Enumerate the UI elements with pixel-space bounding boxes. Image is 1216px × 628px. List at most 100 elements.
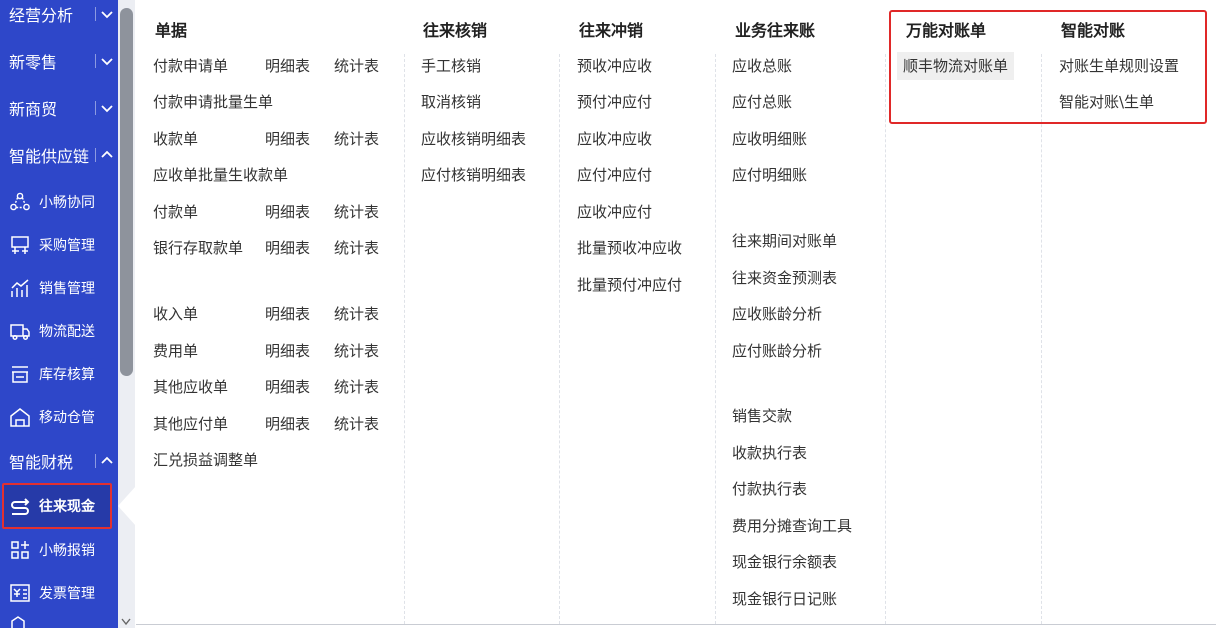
purchase-icon (11, 235, 29, 254)
menu-link[interactable]: 明细表 (265, 238, 310, 258)
warehouse-icon (10, 407, 30, 427)
menu-link[interactable]: 现金银行日记账 (732, 589, 837, 609)
chevron-up-icon[interactable] (100, 454, 114, 468)
sidebar-divider (95, 101, 96, 115)
menu-link[interactable]: 现金银行余额表 (732, 552, 837, 572)
menu-link[interactable]: 统计表 (334, 202, 379, 222)
inventory-icon (12, 365, 28, 383)
menu-link[interactable]: 应收总账 (732, 56, 792, 76)
menu-link[interactable]: 应付明细账 (732, 165, 807, 185)
sidebar-item-logistics[interactable]: 物流配送 (0, 309, 118, 352)
menu-link[interactable]: 明细表 (265, 202, 310, 222)
column-title-business-accounts: 业务往来账 (735, 21, 816, 40)
menu-link[interactable]: 付款单 (153, 202, 198, 222)
sidebar-item-label: 物流配送 (39, 323, 95, 340)
sidebar-item-collaboration[interactable]: 小畅协同 (0, 180, 118, 223)
menu-link[interactable]: 付款申请单 (153, 56, 228, 76)
menu-link[interactable]: 付款申请批量生单 (153, 92, 273, 112)
menu-link[interactable]: 明细表 (265, 304, 310, 324)
sidebar-section-business-analysis[interactable]: 经营分析 (0, 0, 118, 37)
menu-link[interactable]: 统计表 (334, 238, 379, 258)
sidebar-section-new-trade[interactable]: 新商贸 (0, 85, 118, 131)
scrollbar-thumb[interactable] (120, 8, 133, 376)
flyout-pointer (118, 486, 136, 526)
column-divider (885, 54, 886, 624)
menu-link[interactable]: 应收单批量生收款单 (153, 165, 288, 185)
menu-link[interactable]: 应收明细账 (732, 129, 807, 149)
sidebar-item-expense[interactable]: 小畅报销 (0, 528, 118, 571)
menu-link[interactable]: 应收核销明细表 (421, 129, 526, 149)
menu-link[interactable]: 收入单 (153, 304, 198, 324)
menu-link[interactable]: 应付冲应付 (577, 165, 652, 185)
apps-plus-icon (11, 540, 29, 559)
chevron-down-icon[interactable] (100, 101, 114, 115)
menu-link[interactable]: 其他应收单 (153, 377, 228, 397)
sidebar-item-transactions-cash[interactable]: 往来现金 (2, 483, 112, 529)
sidebar-item-sales[interactable]: 销售管理 (0, 266, 118, 309)
menu-link[interactable]: 付款执行表 (732, 479, 807, 499)
chevron-up-icon[interactable] (100, 148, 114, 162)
sidebar-item-label: 采购管理 (39, 237, 95, 254)
sidebar-section-new-retail[interactable]: 新零售 (0, 38, 118, 84)
menu-link[interactable]: 银行存取款单 (153, 238, 243, 258)
menu-link[interactable]: 统计表 (334, 304, 379, 324)
menu-link[interactable]: 应收冲应收 (577, 129, 652, 149)
column-title-documents: 单据 (155, 21, 188, 40)
menu-link[interactable]: 统计表 (334, 56, 379, 76)
menu-link[interactable]: 预付冲应付 (577, 92, 652, 112)
app-root: 经营分析 新零售 新商贸 智能供应链 小畅协同 采购管理 销售管理 物流配送 库… (0, 0, 1216, 628)
sidebar-section-smart-finance[interactable]: 智能财税 (0, 438, 118, 484)
sidebar-item-label: 发票管理 (39, 585, 95, 602)
invoice-icon (10, 583, 30, 602)
sidebar-item-purchase[interactable]: 采购管理 (0, 223, 118, 266)
menu-link[interactable]: 费用分摊查询工具 (732, 516, 852, 536)
menu-link[interactable]: 应付总账 (732, 92, 792, 112)
menu-link[interactable]: 其他应付单 (153, 414, 228, 434)
sidebar-divider (95, 54, 96, 68)
menu-link[interactable]: 统计表 (334, 129, 379, 149)
column-divider (404, 54, 405, 624)
sidebar-section-smart-supply-chain[interactable]: 智能供应链 (0, 132, 118, 178)
menu-link[interactable]: 往来期间对账单 (732, 231, 837, 251)
menu-link[interactable]: 应付账龄分析 (732, 341, 822, 361)
annotation-highlight-box (889, 10, 1207, 124)
menu-link[interactable]: 统计表 (334, 341, 379, 361)
sidebar-item-label: 往来现金 (39, 499, 95, 515)
menu-link[interactable]: 明细表 (265, 129, 310, 149)
menu-link[interactable]: 明细表 (265, 341, 310, 361)
sidebar-item-invoice[interactable]: 发票管理 (0, 571, 118, 614)
menu-link[interactable]: 应收账龄分析 (732, 304, 822, 324)
sidebar-item-mobile-warehouse[interactable]: 移动仓管 (0, 395, 118, 438)
menu-link[interactable]: 应收冲应付 (577, 202, 652, 222)
menu-link[interactable]: 明细表 (265, 56, 310, 76)
sidebar-section-label: 经营分析 (9, 6, 74, 25)
menu-link[interactable]: 预收冲应收 (577, 56, 652, 76)
menu-link[interactable]: 应付核销明细表 (421, 165, 526, 185)
sidebar-item-inventory[interactable]: 库存核算 (0, 352, 118, 395)
menu-link[interactable]: 销售交款 (732, 406, 792, 426)
sidebar: 经营分析 新零售 新商贸 智能供应链 小畅协同 采购管理 销售管理 物流配送 库… (0, 0, 118, 628)
sidebar-item-label: 移动仓管 (39, 409, 95, 426)
sidebar-section-label: 新商贸 (9, 100, 58, 119)
menu-link[interactable]: 收款单 (153, 129, 198, 149)
menu-link[interactable]: 收款执行表 (732, 443, 807, 463)
scroll-down-arrow-icon[interactable] (121, 618, 131, 626)
menu-link[interactable]: 统计表 (334, 414, 379, 434)
collaboration-icon (10, 192, 30, 210)
menu-link[interactable]: 手工核销 (421, 56, 481, 76)
menu-link[interactable]: 批量预付冲应付 (577, 275, 682, 295)
menu-link[interactable]: 明细表 (265, 414, 310, 434)
sidebar-item-label: 库存核算 (39, 366, 95, 383)
menu-link[interactable]: 统计表 (334, 377, 379, 397)
chevron-down-icon[interactable] (100, 54, 114, 68)
menu-link[interactable]: 往来资金预测表 (732, 268, 837, 288)
menu-link[interactable]: 明细表 (265, 377, 310, 397)
menu-link[interactable]: 批量预收冲应收 (577, 238, 682, 258)
exchange-icon (11, 498, 30, 515)
sidebar-divider (95, 148, 96, 162)
menu-link[interactable]: 费用单 (153, 341, 198, 361)
sidebar-section-label: 智能供应链 (9, 147, 90, 166)
menu-link[interactable]: 取消核销 (421, 92, 481, 112)
menu-link[interactable]: 汇兑损益调整单 (153, 450, 258, 470)
chevron-down-icon[interactable] (100, 7, 114, 21)
